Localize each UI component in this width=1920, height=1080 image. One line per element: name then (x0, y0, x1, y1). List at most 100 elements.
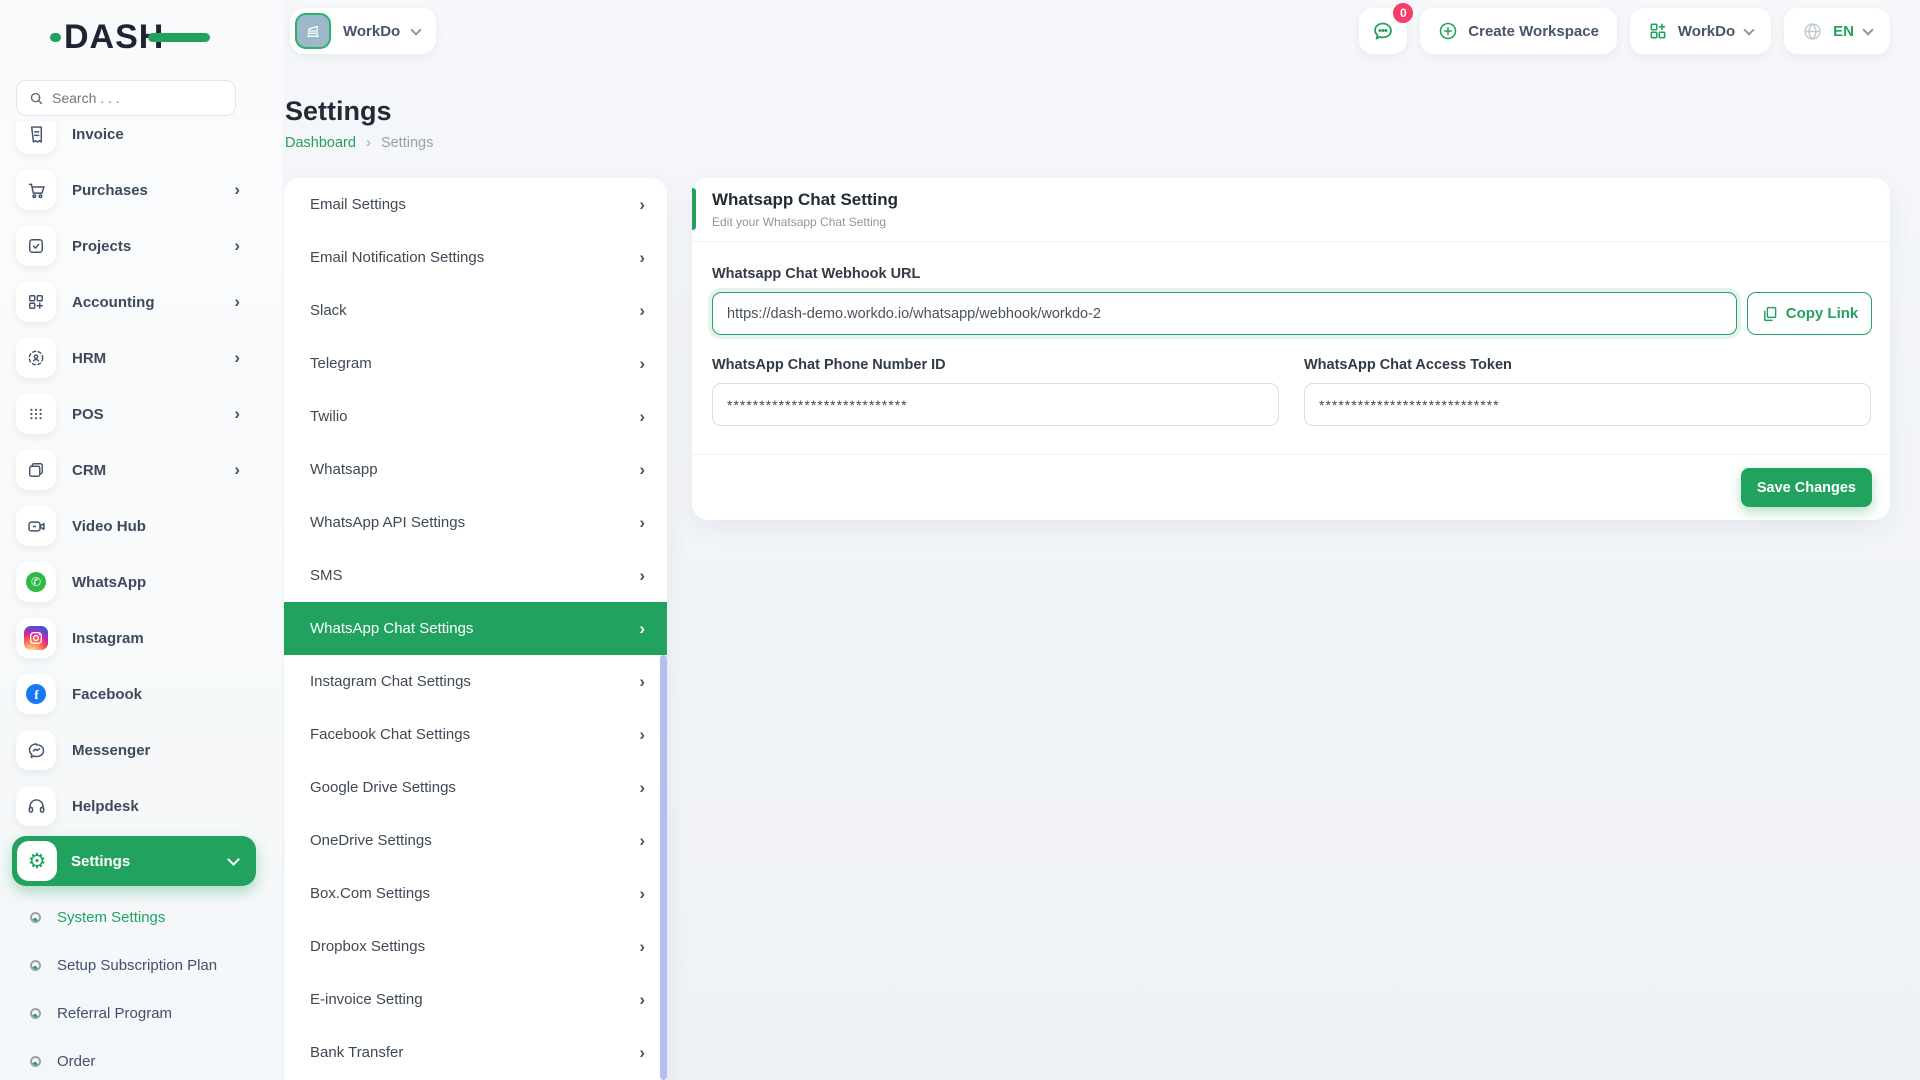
sidebar-subitem-system-settings[interactable]: System Settings (30, 900, 260, 934)
bullet-icon (30, 1008, 41, 1019)
chevron-down-icon (227, 853, 240, 866)
sidebar-item-accounting[interactable]: Accounting (16, 278, 244, 326)
breadcrumb-separator-icon (366, 134, 371, 151)
accounting-icon (16, 282, 56, 322)
sidebar-item-pos[interactable]: POS (16, 390, 244, 438)
workdo-apps-menu[interactable]: WorkDo (1630, 8, 1771, 54)
settings-nav-facebook-chat-settings[interactable]: Facebook Chat Settings (284, 708, 667, 761)
settings-nav-google-drive-settings[interactable]: Google Drive Settings (284, 761, 667, 814)
search-box[interactable] (16, 80, 236, 116)
hrm-icon (16, 338, 56, 378)
chevron-right-icon (639, 725, 645, 745)
sidebar-item-settings[interactable]: ⚙ Settings (12, 836, 256, 886)
chevron-right-icon (639, 990, 645, 1010)
workspace-switcher[interactable]: WorkDo (290, 8, 436, 54)
settings-nav-dropbox-settings[interactable]: Dropbox Settings (284, 920, 667, 973)
settings-nav-twilio[interactable]: Twilio (284, 390, 667, 443)
settings-nav-whatsapp-chat-settings[interactable]: WhatsApp Chat Settings (284, 602, 667, 655)
access-token-input[interactable] (1304, 383, 1871, 426)
chevron-right-icon (639, 619, 645, 639)
sidebar-item-purchases[interactable]: Purchases (16, 166, 244, 214)
settings-nav-whatsapp[interactable]: Whatsapp (284, 443, 667, 496)
nav-item-label: WhatsApp Chat Settings (310, 620, 639, 637)
settings-nav-instagram-chat-settings[interactable]: Instagram Chat Settings (284, 655, 667, 708)
nav-item-label: OneDrive Settings (310, 832, 639, 849)
settings-nav-bank-transfer[interactable]: Bank Transfer (284, 1026, 667, 1079)
chevron-right-icon (234, 404, 240, 424)
webhook-url-label: Whatsapp Chat Webhook URL (712, 266, 1872, 282)
chevron-right-icon (639, 195, 645, 215)
sidebar-subitem-order[interactable]: Order (30, 1044, 260, 1078)
sidebar-item-label: Accounting (72, 294, 218, 311)
sidebar-item-label: HRM (72, 350, 218, 367)
topbar: WorkDo 0 Create Workspace WorkDo EN (283, 0, 1920, 70)
settings-nav-e-invoice-setting[interactable]: E-invoice Setting (284, 973, 667, 1026)
chevron-right-icon (639, 672, 645, 692)
sidebar-item-crm[interactable]: CRM (16, 446, 244, 494)
workdo-menu-label: WorkDo (1678, 23, 1735, 40)
sidebar-item-whatsapp[interactable]: ✆ WhatsApp (16, 558, 244, 606)
settings-nav-slack[interactable]: Slack (284, 284, 667, 337)
settings-nav-email-settings[interactable]: Email Settings (284, 178, 667, 231)
panel-title: Whatsapp Chat Setting (712, 190, 1870, 210)
workspace-avatar (295, 13, 331, 49)
grid-plus-icon (1648, 21, 1668, 41)
nav-item-label: Telegram (310, 355, 639, 372)
settings-nav-onedrive-settings[interactable]: OneDrive Settings (284, 814, 667, 867)
chevron-right-icon (639, 1043, 645, 1063)
nav-item-label: Box.Com Settings (310, 885, 639, 902)
app-window: Invoice Purchases Projects (0, 0, 1920, 1080)
chevron-right-icon (639, 831, 645, 851)
chat-notifications-button[interactable]: 0 (1359, 8, 1407, 54)
helpdesk-icon (16, 786, 56, 826)
create-workspace-button[interactable]: Create Workspace (1420, 8, 1617, 54)
access-token-label: WhatsApp Chat Access Token (1304, 357, 1871, 373)
nav-scrollbar-thumb[interactable] (660, 655, 667, 1080)
chevron-down-icon (411, 24, 422, 35)
panel-subtitle: Edit your Whatsapp Chat Setting (712, 215, 1870, 229)
app-logo[interactable]: DASH (64, 18, 164, 57)
nav-item-label: Whatsapp (310, 461, 639, 478)
language-selector[interactable]: EN (1784, 8, 1890, 54)
sidebar-item-label: Settings (71, 853, 215, 870)
language-label: EN (1833, 23, 1854, 40)
breadcrumb: Dashboard Settings (285, 134, 433, 151)
nav-item-label: Google Drive Settings (310, 779, 639, 796)
settings-nav-email-notification-settings[interactable]: Email Notification Settings (284, 231, 667, 284)
panel-header: Whatsapp Chat Setting Edit your Whatsapp… (692, 178, 1890, 242)
save-changes-button[interactable]: Save Changes (1741, 468, 1872, 507)
purchases-icon (16, 170, 56, 210)
sidebar-item-label: Messenger (72, 742, 218, 759)
search-input[interactable] (52, 90, 202, 106)
breadcrumb-dashboard-link[interactable]: Dashboard (285, 135, 356, 151)
nav-item-label: E-invoice Setting (310, 991, 639, 1008)
webhook-url-input[interactable] (712, 292, 1737, 335)
sidebar-subitem-label: Referral Program (57, 1005, 172, 1022)
sidebar-item-hrm[interactable]: HRM (16, 334, 244, 382)
sidebar-item-facebook[interactable]: f Facebook (16, 670, 244, 718)
messenger-icon (16, 730, 56, 770)
whatsapp-icon: ✆ (16, 562, 56, 602)
sidebar-item-projects[interactable]: Projects (16, 222, 244, 270)
panel-footer: Save Changes (692, 454, 1890, 520)
bullet-icon (30, 960, 41, 971)
settings-nav-whatsapp-api-settings[interactable]: WhatsApp API Settings (284, 496, 667, 549)
sidebar-subitem-setup-subscription-plan[interactable]: Setup Subscription Plan (30, 948, 260, 982)
sidebar-subitem-label: System Settings (57, 909, 165, 926)
sidebar-subitem-referral-program[interactable]: Referral Program (30, 996, 260, 1030)
settings-nav-sms[interactable]: SMS (284, 549, 667, 602)
chevron-right-icon (234, 460, 240, 480)
phone-number-id-input[interactable] (712, 383, 1279, 426)
sidebar-item-video-hub[interactable]: Video Hub (16, 502, 244, 550)
sidebar-item-messenger[interactable]: Messenger (16, 726, 244, 774)
settings-nav-boxcom-settings[interactable]: Box.Com Settings (284, 867, 667, 920)
chevron-right-icon (639, 884, 645, 904)
facebook-icon: f (16, 674, 56, 714)
settings-nav-telegram[interactable]: Telegram (284, 337, 667, 390)
bullet-icon (30, 1056, 41, 1067)
sidebar-item-helpdesk[interactable]: Helpdesk (16, 782, 244, 830)
copy-link-button[interactable]: Copy Link (1747, 292, 1872, 335)
chevron-right-icon (234, 348, 240, 368)
sidebar-item-instagram[interactable]: Instagram (16, 614, 244, 662)
sidebar-subitem-label: Order (57, 1053, 95, 1070)
